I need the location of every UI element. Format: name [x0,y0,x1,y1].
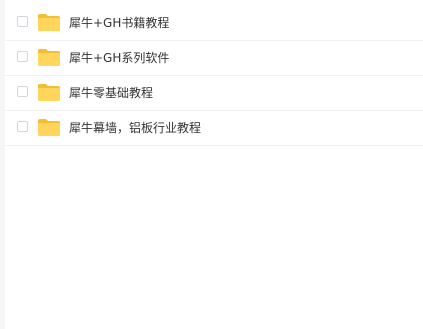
file-list: 犀牛+GH书籍教程 犀牛+GH系列软件 犀牛零基础教程 犀牛幕墙，铝板行业教程 [5,6,423,146]
folder-icon [38,119,60,136]
row-checkbox[interactable] [17,121,28,132]
file-row[interactable]: 犀牛幕墙，铝板行业教程 [5,111,423,146]
file-name[interactable]: 犀牛+GH系列软件 [69,41,169,76]
file-name[interactable]: 犀牛幕墙，铝板行业教程 [69,111,201,146]
file-row[interactable]: 犀牛+GH书籍教程 [5,6,423,41]
row-checkbox[interactable] [17,16,28,27]
folder-icon [38,84,60,101]
folder-icon [38,14,60,31]
file-name[interactable]: 犀牛零基础教程 [69,76,153,111]
folder-icon [38,49,60,66]
file-name[interactable]: 犀牛+GH书籍教程 [69,6,169,41]
file-row[interactable]: 犀牛零基础教程 [5,76,423,111]
row-checkbox[interactable] [17,51,28,62]
file-row[interactable]: 犀牛+GH系列软件 [5,41,423,76]
row-checkbox[interactable] [17,86,28,97]
